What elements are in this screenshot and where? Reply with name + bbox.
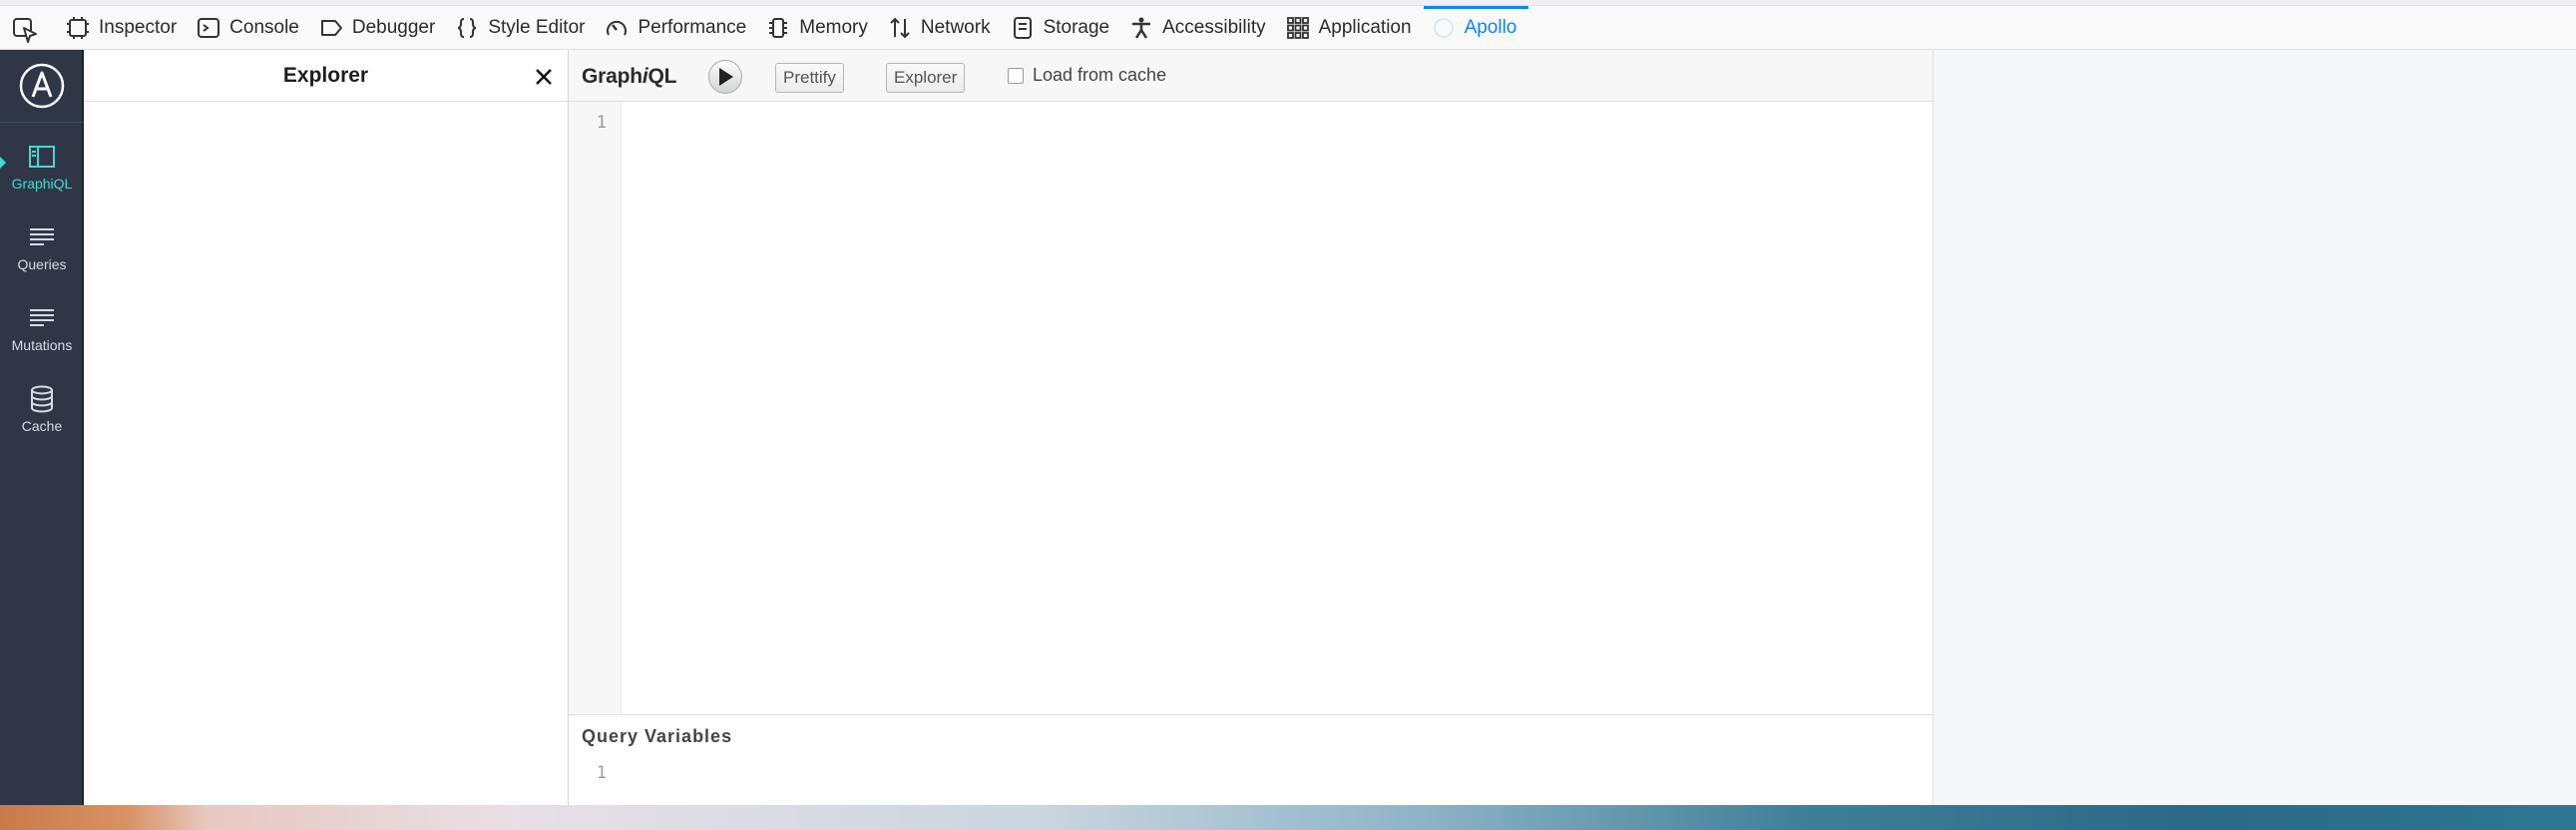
accessibility-icon: [1132, 17, 1151, 39]
graphiql-title: GraphiQL: [582, 65, 676, 89]
line-number: 1: [596, 113, 607, 133]
tab-memory[interactable]: Memory: [758, 6, 880, 50]
graphiql-panel: GraphiQL Prettify Explorer Load from cac…: [569, 50, 1933, 805]
tab-network[interactable]: Network: [880, 6, 1003, 50]
load-from-cache-toggle[interactable]: Load from cache: [1008, 65, 1166, 86]
sidebar-item-label: Mutations: [11, 337, 73, 353]
tab-style-editor[interactable]: Style Editor: [447, 6, 597, 50]
explorer-toggle-button[interactable]: Explorer: [886, 63, 966, 93]
explorer-title: Explorer: [282, 64, 369, 87]
devtools-tabs: Inspector Console Debugger Style Editor …: [58, 6, 1529, 50]
database-icon: [31, 385, 53, 413]
list-icon: [30, 228, 54, 245]
variables-title: Query Variables: [582, 726, 733, 746]
list-icon: [30, 309, 54, 326]
tab-label: Accessibility: [1162, 17, 1266, 38]
sidebar-item-label: GraphiQL: [11, 176, 73, 192]
apollo-logo-icon: [19, 63, 65, 109]
arrows-updown-icon: [890, 17, 910, 39]
console-icon: [198, 18, 220, 38]
load-from-cache-label: Load from cache: [1033, 65, 1167, 85]
graphiql-icon: [29, 146, 55, 168]
storage-icon: [1013, 17, 1032, 39]
tab-label: Application: [1318, 17, 1412, 38]
braces-icon: [458, 18, 477, 38]
tab-label: Storage: [1043, 17, 1110, 38]
tab-label: Apollo: [1464, 17, 1517, 38]
tab-inspector[interactable]: Inspector: [58, 6, 189, 50]
gauge-icon: [607, 20, 628, 36]
tab-storage[interactable]: Storage: [1003, 6, 1122, 50]
rail-divider: [0, 122, 84, 123]
sidebar-item-mutations[interactable]: Mutations: [0, 289, 84, 359]
title-part: Graph: [582, 65, 643, 88]
load-from-cache-checkbox[interactable]: [1008, 67, 1024, 84]
debugger-icon: [320, 20, 342, 36]
tab-accessibility[interactable]: Accessibility: [1121, 6, 1277, 50]
element-picker-icon[interactable]: [12, 17, 38, 43]
explorer-panel: Explorer: [84, 50, 569, 805]
sidebar-item-graphiql[interactable]: GraphiQL: [0, 128, 84, 198]
tab-label: Console: [229, 17, 299, 38]
tab-label: Network: [920, 17, 991, 38]
tab-label: Style Editor: [488, 17, 586, 38]
result-panel: [1933, 50, 2576, 805]
prettify-button[interactable]: Prettify: [775, 63, 844, 93]
run-query-button[interactable]: [708, 60, 742, 94]
tab-label: Memory: [799, 17, 868, 38]
graphiql-toolbar: GraphiQL Prettify Explorer Load from cac…: [569, 50, 1932, 102]
tab-label: Performance: [638, 17, 747, 38]
inspector-icon: [67, 17, 89, 39]
tab-debugger[interactable]: Debugger: [311, 6, 447, 50]
query-editor[interactable]: 1: [569, 102, 1932, 714]
grid-icon: [1286, 17, 1309, 39]
devtools-toolbar: Inspector Console Debugger Style Editor …: [0, 0, 2576, 50]
line-number: 1: [596, 763, 607, 783]
tab-application[interactable]: Application: [1278, 6, 1424, 50]
variables-header[interactable]: Query Variables: [569, 714, 1932, 755]
sidebar-item-label: Queries: [17, 256, 67, 272]
variables-editor[interactable]: 1: [569, 755, 1932, 805]
sidebar-item-label: Cache: [21, 418, 63, 434]
title-part: QL: [647, 65, 677, 88]
apollo-sidebar: GraphiQL Queries Mutations Cache: [0, 50, 84, 805]
tab-apollo[interactable]: Apollo: [1423, 6, 1529, 50]
play-icon: [719, 68, 733, 86]
tab-label: Debugger: [351, 17, 436, 38]
sidebar-item-queries[interactable]: Queries: [0, 208, 84, 278]
tab-label: Inspector: [99, 17, 178, 38]
apollo-icon: [1433, 18, 1454, 38]
sidebar-item-cache[interactable]: Cache: [0, 370, 84, 440]
editor-gutter: 1: [569, 102, 622, 714]
chip-icon: [769, 18, 788, 38]
close-icon[interactable]: [532, 65, 556, 89]
desktop-background: [0, 805, 2576, 830]
tab-console[interactable]: Console: [189, 6, 311, 50]
explorer-header: Explorer: [84, 50, 568, 102]
tab-performance[interactable]: Performance: [597, 6, 758, 50]
